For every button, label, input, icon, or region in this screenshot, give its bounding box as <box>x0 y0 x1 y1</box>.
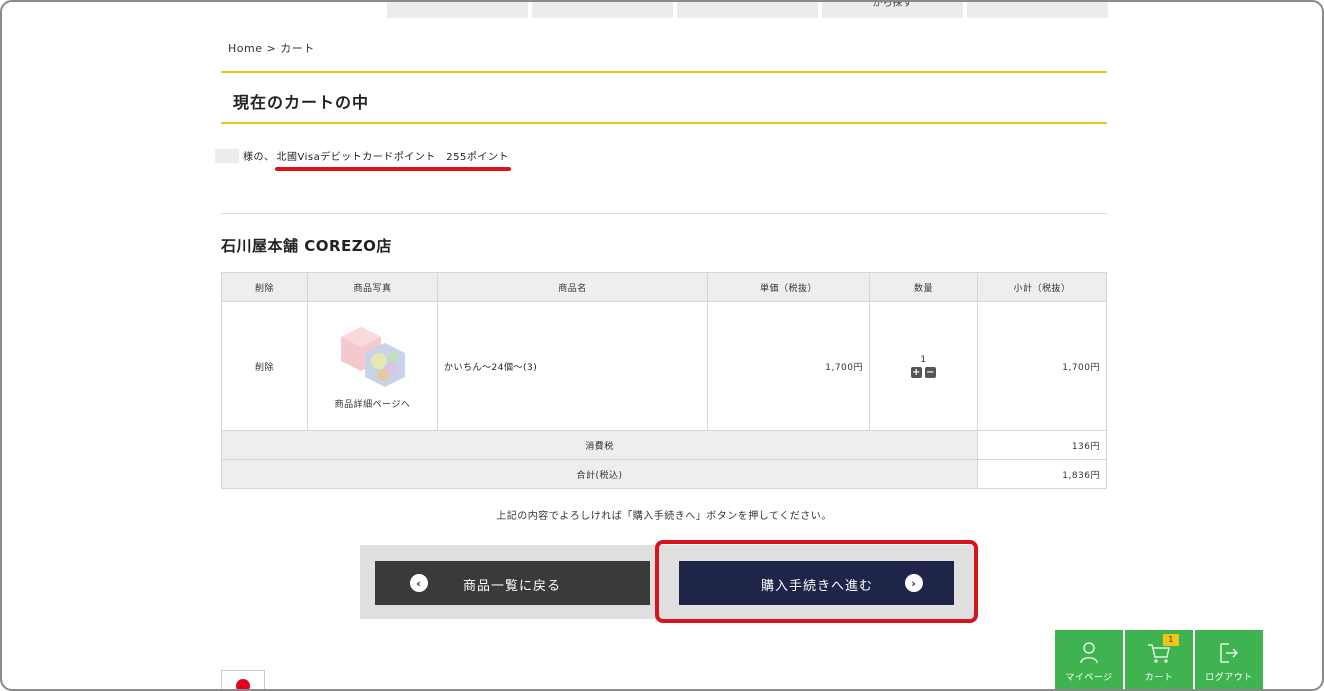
quantity-cell: 1 + − <box>869 301 978 431</box>
redacted-username <box>215 148 239 163</box>
top-nav-tab[interactable]: から探す <box>822 2 963 18</box>
red-underline-annotation <box>274 167 511 171</box>
plus-icon[interactable]: + <box>911 366 922 378</box>
top-nav: から探す <box>387 2 1108 18</box>
top-nav-tab[interactable] <box>387 2 528 18</box>
col-header-quantity: 数量 <box>869 272 978 302</box>
cart-table: 削除 商品写真 商品名 単価（税抜） 数量 小計（税抜） 削除 商品詳細ページへ… <box>221 272 1107 489</box>
col-header-name: 商品名 <box>437 272 708 302</box>
divider <box>221 213 1107 214</box>
total-value: 1,836円 <box>977 459 1107 489</box>
points-text: 北國Visaデビットカードポイント 255ポイント <box>276 152 509 163</box>
total-label: 合計(税込) <box>221 459 978 489</box>
logout-button[interactable]: ログアウト <box>1195 630 1263 689</box>
page-title: 現在のカートの中 <box>233 93 370 112</box>
mypage-button[interactable]: マイページ <box>1055 630 1123 689</box>
breadcrumb: Home > カート <box>228 40 315 56</box>
product-image[interactable] <box>333 323 413 393</box>
shop-name: 石川屋本舗 COREZO店 <box>221 237 392 255</box>
quantity-value: 1 <box>920 354 927 365</box>
product-name: かいちん〜24個〜(3) <box>437 301 708 431</box>
cart-icon <box>1148 644 1170 663</box>
photo-cell: 商品詳細ページへ <box>307 301 438 431</box>
delete-link[interactable]: 削除 <box>221 301 308 431</box>
cart-label: カート <box>1144 673 1174 683</box>
col-header-subtotal: 小計（税抜） <box>977 272 1107 302</box>
col-header-photo: 商品写真 <box>307 272 438 302</box>
mypage-label: マイページ <box>1065 673 1113 683</box>
user-icon <box>1080 642 1098 664</box>
top-nav-tab[interactable] <box>677 2 818 18</box>
chevron-left-icon: ‹ <box>410 574 428 592</box>
top-nav-tab[interactable] <box>967 2 1108 18</box>
unit-price: 1,700円 <box>707 301 870 431</box>
tax-value: 136円 <box>977 430 1107 460</box>
logout-icon <box>1220 643 1238 663</box>
back-button-label: 商品一覧に戻る <box>463 579 562 594</box>
subtotal: 1,700円 <box>977 301 1107 431</box>
points-info: 様の、 北國Visaデビットカードポイント 255ポイント <box>215 148 511 171</box>
table-row: 削除 商品詳細ページへ かいちん〜24個〜(3) 1,700円 1 + − 1,… <box>221 301 1107 431</box>
cart-nav-button[interactable]: 1 カート <box>1125 630 1193 689</box>
breadcrumb-home-link[interactable]: Home <box>228 42 262 55</box>
page-title-bar: 現在のカートの中 <box>221 71 1107 124</box>
logout-label: ログアウト <box>1205 673 1253 683</box>
tax-row: 消費税 136円 <box>221 430 1107 460</box>
tax-label: 消費税 <box>221 430 978 460</box>
checkout-notice: 上記の内容でよろしければ「購入手続きへ」ボタンを押してください。 <box>496 511 832 522</box>
breadcrumb-current: カート <box>280 42 315 55</box>
points-prefix: 様の、 <box>243 152 275 163</box>
browser-frame: から探す Home > カート 現在のカートの中 様の、 北國Visaデビットカ… <box>0 0 1324 691</box>
japan-flag-icon[interactable] <box>221 670 265 689</box>
red-highlight-annotation <box>655 540 978 623</box>
bottom-nav: マイページ 1 カート ログアウト <box>1055 630 1263 689</box>
top-nav-tab[interactable] <box>532 2 673 18</box>
points-highlight: 北國Visaデビットカードポイント 255ポイント <box>274 148 511 171</box>
total-row: 合計(税込) 1,836円 <box>221 459 1107 489</box>
back-to-list-button[interactable]: ‹ 商品一覧に戻る <box>375 561 650 605</box>
minus-icon[interactable]: − <box>925 366 936 378</box>
col-header-unit-price: 単価（税抜） <box>707 272 870 302</box>
col-header-delete: 削除 <box>221 272 308 302</box>
breadcrumb-separator: > <box>266 42 277 55</box>
product-detail-link[interactable]: 商品詳細ページへ <box>335 397 411 410</box>
